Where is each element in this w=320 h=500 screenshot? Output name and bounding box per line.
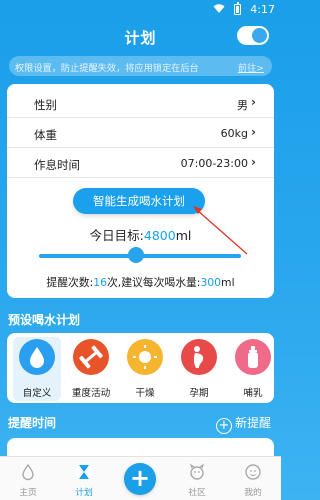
- preset-label: 自定义: [22, 388, 52, 399]
- status-time: 4:17: [250, 3, 275, 16]
- weight-row[interactable]: 体重 60kg ›: [7, 118, 274, 148]
- schedule-value: 07:00-23:00: [180, 157, 248, 170]
- schedule-row[interactable]: 作息时间 07:00-23:00 ›: [7, 148, 274, 178]
- app-header: 计划: [0, 20, 281, 52]
- nav-home[interactable]: 主页: [0, 457, 56, 500]
- reminder-amount: 300: [200, 276, 222, 289]
- nav-profile[interactable]: 我的: [225, 457, 281, 500]
- plus-circle-icon: +: [215, 418, 232, 434]
- reminder-summary: 提醒次数:16次,建议每次喝水量:300ml: [7, 274, 274, 290]
- water-drop-icon: [19, 339, 55, 375]
- preset-dry[interactable]: 干燥: [121, 337, 169, 401]
- battery-icon: [234, 2, 241, 15]
- new-reminder-label: 新提醒: [234, 416, 271, 430]
- preset-plans: 自定义 重度活动 干燥 孕期 哺乳: [7, 333, 274, 403]
- target-prefix: 今日目标:: [89, 228, 144, 243]
- weight-label: 体重: [34, 128, 57, 142]
- status-bar: 4:17: [0, 0, 281, 20]
- add-plan-button[interactable]: +: [124, 463, 156, 495]
- preset-label: 干燥: [135, 388, 155, 399]
- reminder-unit: ml: [221, 276, 235, 289]
- preset-heavy-activity[interactable]: 重度活动: [67, 337, 115, 401]
- chevron-right-icon: ›: [251, 95, 256, 109]
- preset-custom[interactable]: 自定义: [13, 337, 61, 401]
- schedule-label: 作息时间: [34, 158, 80, 172]
- profile-icon: [245, 464, 261, 480]
- preset-pregnancy[interactable]: 孕期: [175, 337, 223, 401]
- reminder-toggle[interactable]: [237, 26, 269, 45]
- permission-notice[interactable]: 权限设置，防止提醒失效，将应用锁定在后台 前往>: [9, 56, 272, 76]
- hourglass-icon: [79, 465, 89, 479]
- reminder-middle: 次,建议每次喝水量:: [106, 276, 201, 289]
- reminder-section-title: 提醒时间: [8, 416, 57, 430]
- gender-label: 性别: [34, 98, 57, 112]
- wifi-icon: [213, 4, 225, 13]
- preset-section-title: 预设喝水计划: [8, 313, 81, 327]
- nav-label: 计划: [75, 488, 93, 498]
- generate-plan-button[interactable]: 智能生成喝水计划: [73, 188, 205, 214]
- settings-card: 性别 男 › 体重 60kg › 作息时间 07:00-23:00 › 智能生成…: [7, 84, 274, 298]
- weight-value: 60kg: [220, 127, 248, 140]
- daily-target: 今日目标:4800ml: [7, 225, 274, 244]
- nav-community[interactable]: 社区: [169, 457, 225, 500]
- notice-link[interactable]: 前往>: [238, 60, 264, 74]
- target-amount: 4800: [143, 228, 176, 243]
- preset-label: 孕期: [189, 388, 209, 399]
- baby-bottle-icon: [235, 339, 271, 375]
- target-unit: ml: [175, 228, 192, 243]
- home-drop-icon: [22, 463, 34, 481]
- nav-label: 主页: [19, 488, 37, 498]
- gender-value: 男: [237, 99, 248, 112]
- community-icon: [189, 463, 205, 480]
- gender-row[interactable]: 性别 男 ›: [7, 88, 274, 118]
- nav-plan[interactable]: 计划: [56, 457, 112, 500]
- preset-breastfeeding[interactable]: 哺乳: [229, 337, 277, 401]
- notice-text: 权限设置，防止提醒失效，将应用锁定在后台: [15, 63, 199, 74]
- nav-label: 社区: [188, 488, 206, 498]
- new-reminder-button[interactable]: + 新提醒: [215, 414, 271, 434]
- toggle-knob: [252, 28, 267, 43]
- nav-label: 我的: [244, 488, 262, 498]
- pregnancy-icon: [181, 339, 217, 375]
- target-slider-thumb[interactable]: [127, 247, 144, 263]
- dumbbell-icon: [73, 339, 109, 375]
- reminder-prefix: 提醒次数:: [46, 276, 94, 289]
- preset-label: 哺乳: [243, 388, 263, 399]
- preset-label: 重度活动: [71, 388, 111, 399]
- sun-icon: [127, 339, 163, 375]
- chevron-right-icon: ›: [251, 125, 256, 139]
- chevron-right-icon: ›: [251, 155, 256, 169]
- reminder-count: 16: [93, 276, 107, 289]
